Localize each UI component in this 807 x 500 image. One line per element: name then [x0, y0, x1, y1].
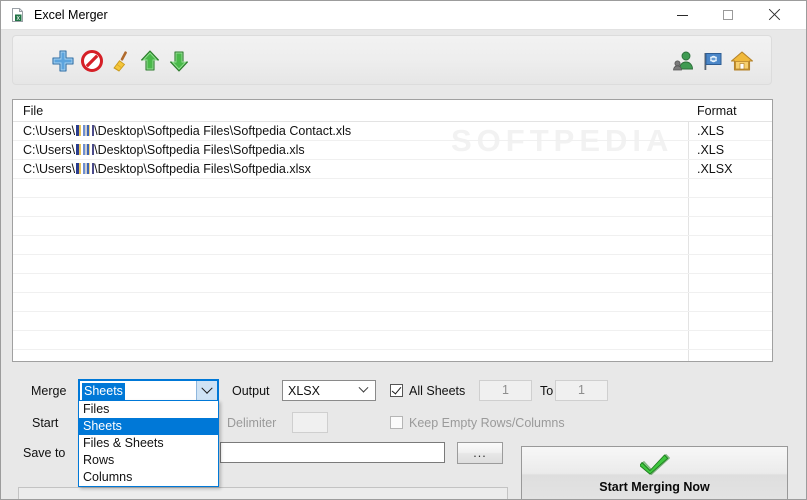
merge-dropdown-list[interactable]: Files Sheets Files & Sheets Rows Columns: [78, 400, 219, 487]
table-row[interactable]: C:\Users\ \Desktop\Softpedia Files\Softpe…: [13, 160, 772, 179]
merge-label: Merge: [31, 384, 67, 398]
file-list[interactable]: SOFTPEDIA File Format C:\Users\ \Desktop\…: [12, 99, 773, 362]
file-format-cell: .XLS: [697, 124, 725, 138]
chevron-down-icon: [358, 382, 368, 393]
merge-option-files[interactable]: Files: [79, 401, 218, 418]
maximize-icon: [723, 10, 733, 20]
user-button[interactable]: [671, 48, 697, 74]
svg-text:x: x: [16, 15, 20, 22]
column-header-file[interactable]: File: [23, 103, 43, 119]
to-label: To: [540, 384, 554, 398]
browse-button[interactable]: ...: [457, 442, 503, 464]
keep-empty-label: Keep Empty Rows/Columns: [409, 416, 565, 430]
output-combobox[interactable]: XLSX: [282, 380, 376, 401]
broom-icon: [113, 51, 127, 72]
excel-document-icon: x: [10, 7, 27, 24]
sheet-from-field[interactable]: 1: [479, 380, 532, 401]
merge-combobox[interactable]: Sheets: [78, 379, 219, 402]
redacted-username: [75, 144, 95, 155]
empty-row: [13, 236, 772, 255]
merge-combobox-value: Sheets: [82, 383, 125, 400]
column-header-format[interactable]: Format: [697, 103, 737, 119]
green-up-arrow-icon: [140, 50, 160, 71]
sheet-to-field[interactable]: 1: [555, 380, 608, 401]
save-to-label: Save to: [23, 446, 66, 460]
file-format-cell: .XLS: [697, 143, 725, 157]
remove-file-button[interactable]: [79, 48, 105, 74]
start-merging-button[interactable]: Start Merging Now: [521, 446, 788, 499]
empty-row: [13, 293, 772, 312]
green-down-arrow-icon: [169, 51, 189, 72]
client-area: SOFTPEDIA File Format C:\Users\ \Desktop\…: [1, 30, 806, 499]
add-files-button[interactable]: [50, 48, 76, 74]
clear-list-button[interactable]: [108, 48, 134, 74]
minimize-button[interactable]: [659, 1, 705, 29]
output-combobox-value: XLSX: [288, 384, 320, 398]
output-label: Output: [232, 384, 270, 398]
table-row[interactable]: C:\Users\ \Desktop\Softpedia Files\Softpe…: [13, 122, 772, 141]
empty-row: [13, 274, 772, 293]
chevron-down-icon: [201, 382, 213, 394]
green-check-icon: [639, 452, 670, 476]
minimize-icon: [676, 14, 688, 16]
file-list-rows: C:\Users\ \Desktop\Softpedia Files\Softpe…: [13, 122, 772, 361]
start-label: Start: [32, 416, 59, 430]
empty-row: [13, 350, 772, 361]
keep-empty-checkbox[interactable]: [390, 416, 403, 429]
all-sheets-checkbox[interactable]: [390, 384, 403, 397]
home-icon: [730, 51, 754, 71]
empty-row: [13, 198, 772, 217]
merge-option-sheets[interactable]: Sheets: [79, 418, 218, 435]
empty-row: [13, 255, 772, 274]
progress-bar: [18, 487, 508, 499]
empty-row: [13, 179, 772, 198]
move-down-button[interactable]: [166, 48, 192, 74]
output-combobox-arrow[interactable]: [354, 381, 372, 400]
user-icon: [673, 51, 693, 71]
empty-row: [13, 217, 772, 236]
home-button[interactable]: [729, 48, 755, 74]
merge-option-files-sheets[interactable]: Files & Sheets: [79, 435, 218, 452]
close-button[interactable]: [751, 1, 797, 29]
table-row[interactable]: C:\Users\ \Desktop\Softpedia Files\Softpe…: [13, 141, 772, 160]
blue-plus-icon: [52, 50, 74, 72]
all-sheets-label: All Sheets: [409, 384, 466, 398]
empty-row: [13, 312, 772, 331]
title-bar: x Excel Merger: [1, 1, 806, 30]
move-up-button[interactable]: [137, 48, 163, 74]
toolbar: [12, 35, 772, 85]
flag-icon: [704, 53, 722, 70]
delimiter-field[interactable]: [292, 412, 328, 433]
empty-row: [13, 331, 772, 350]
feedback-button[interactable]: [700, 48, 726, 74]
excel-merger-window: x Excel Merger SOFTPEDIA File Format C:\…: [0, 0, 807, 500]
red-prohibition-icon: [81, 50, 103, 72]
checkmark-icon: [391, 384, 402, 395]
file-path-cell: C:\Users\ \Desktop\Softpedia Files\Softpe…: [23, 162, 311, 176]
options-panel: Merge Sheets Files Sheets Files & Sheets Ro…: [1, 362, 806, 499]
merge-combobox-arrow[interactable]: [196, 381, 217, 400]
merge-option-rows[interactable]: Rows: [79, 452, 218, 469]
merge-option-columns[interactable]: Columns: [79, 469, 218, 486]
redacted-username: [75, 163, 95, 174]
save-to-field[interactable]: [220, 442, 445, 463]
file-path-cell: C:\Users\ \Desktop\Softpedia Files\Softpe…: [23, 143, 305, 157]
redacted-username: [75, 125, 95, 136]
close-icon: [768, 9, 780, 21]
file-path-cell: C:\Users\ \Desktop\Softpedia Files\Softpe…: [23, 124, 352, 138]
window-title: Excel Merger: [34, 8, 108, 22]
file-format-cell: .XLSX: [697, 162, 733, 176]
maximize-button[interactable]: [705, 1, 751, 29]
delimiter-label: Delimiter: [227, 416, 277, 430]
file-list-header: File Format: [13, 100, 772, 122]
start-merging-label: Start Merging Now: [599, 480, 710, 494]
